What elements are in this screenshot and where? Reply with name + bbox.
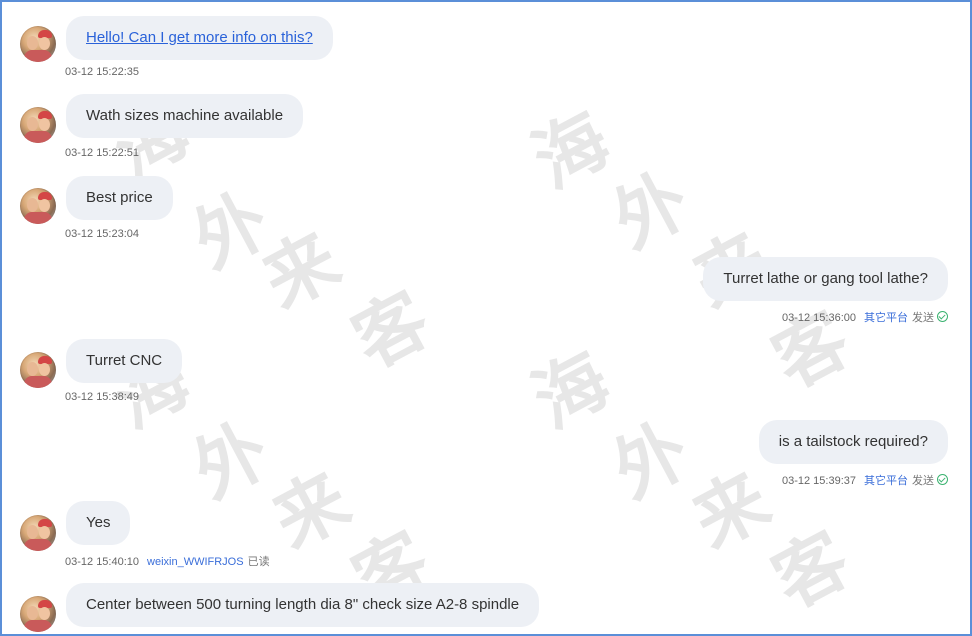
avatar[interactable] bbox=[20, 352, 56, 388]
watermark-char: 来 bbox=[249, 215, 353, 325]
watermark-char: 外 bbox=[179, 175, 283, 285]
sent-check-icon bbox=[937, 311, 948, 322]
chat-window: 海 外 来 客 海 外 来 客 海 外 来 客 海 外 来 客 Hello! C… bbox=[0, 0, 972, 636]
watermark-char: 外 bbox=[179, 405, 283, 515]
avatar[interactable] bbox=[20, 26, 56, 62]
message-bubble: Best price bbox=[66, 176, 173, 220]
reader-name: weixin_WWIFRJOS bbox=[147, 556, 244, 568]
watermark-char: 外 bbox=[599, 155, 703, 265]
watermark-char: 来 bbox=[259, 455, 363, 565]
sent-status: 发送 bbox=[912, 312, 934, 324]
sent-status: 发送 bbox=[912, 475, 934, 487]
avatar[interactable] bbox=[20, 596, 56, 632]
message-link[interactable]: Hello! Can I get more info on this? bbox=[86, 29, 313, 46]
message-timestamp: 03-12 15:23:04 bbox=[65, 228, 140, 240]
message-bubble: Yes bbox=[66, 501, 131, 545]
message-timestamp: 03-12 15:22:51 bbox=[65, 147, 140, 159]
watermark-char: 海 bbox=[519, 335, 623, 445]
message-bubble-outgoing: is a tailstock required? bbox=[758, 420, 948, 464]
avatar[interactable] bbox=[20, 107, 56, 143]
message-bubble: Center between 500 turning length dia 8"… bbox=[66, 583, 540, 627]
read-status: 已读 bbox=[247, 556, 270, 568]
message-bubble-outgoing: Turret lathe or gang tool lathe? bbox=[703, 257, 948, 301]
message-timestamp: 03-12 15:38:49 bbox=[65, 391, 140, 403]
platform-label: 其它平台 bbox=[864, 475, 908, 487]
watermark-char: 海 bbox=[519, 95, 623, 205]
watermark-char: 客 bbox=[759, 515, 863, 625]
message-meta-outgoing: 03-12 15:36:00 其它平台 发送 bbox=[782, 309, 948, 325]
watermark-char: 客 bbox=[339, 275, 443, 385]
message-timestamp: 03-12 15:39:37 bbox=[781, 475, 856, 487]
message-bubble: Hello! Can I get more info on this? bbox=[66, 16, 333, 60]
message-timestamp: 03-12 15:22:35 bbox=[65, 66, 140, 78]
avatar[interactable] bbox=[20, 188, 56, 224]
sent-check-icon bbox=[937, 474, 948, 485]
platform-label: 其它平台 bbox=[864, 312, 908, 324]
message-bubble: Turret CNC bbox=[66, 339, 183, 383]
watermark-char: 外 bbox=[599, 405, 703, 515]
message-meta-outgoing: 03-12 15:39:37 其它平台 发送 bbox=[782, 472, 948, 488]
message-meta: 03-12 15:40:10 weixin_WWIFRJOS 已读 bbox=[65, 553, 270, 569]
message-timestamp: 03-12 15:40:10 bbox=[65, 556, 140, 568]
message-bubble: Wath sizes machine available bbox=[66, 94, 304, 138]
message-timestamp: 03-12 15:36:00 bbox=[781, 312, 856, 324]
avatar[interactable] bbox=[20, 515, 56, 551]
